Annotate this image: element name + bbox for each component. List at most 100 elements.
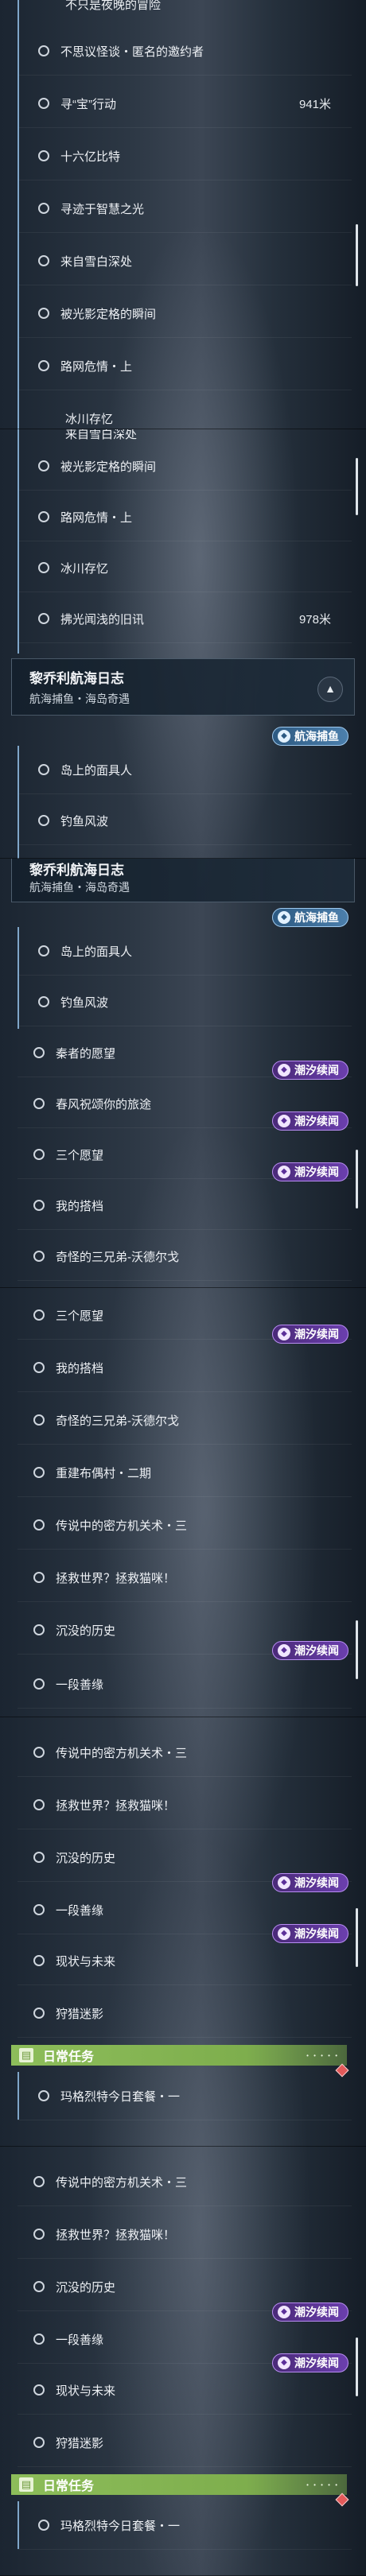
circle-icon — [33, 1098, 45, 1109]
quest-item[interactable]: 岛上的面具人 — [18, 746, 352, 794]
scrollbar[interactable] — [356, 1620, 358, 1679]
quest-tag: ◆ 潮汐续闻 — [272, 1641, 348, 1660]
quest-label: 十六亿比特 — [60, 149, 121, 164]
quest-label: 来自雪白深处 — [60, 254, 133, 269]
quest-label: 一段善缘 — [56, 1903, 104, 1918]
daily-quest-header[interactable]: ▤ 日常任务 • • • • • — [11, 2045, 347, 2066]
quest-list-panel-3: 黎乔利航海日志 航海捕鱼・海岛奇遇 ◆ 航海捕鱼 岛上的面具人 钓鱼风波 秦者的愿… — [0, 859, 366, 1288]
quest-item[interactable]: 被光影定格的瞬间 — [18, 289, 352, 338]
scrollbar[interactable] — [356, 1908, 358, 1967]
circle-icon — [38, 511, 49, 522]
quest-label: 现状与未来 — [56, 2384, 116, 2398]
circle-icon — [33, 1309, 45, 1321]
quest-item[interactable]: 十六亿比特 — [18, 132, 352, 180]
circle-icon — [33, 2384, 45, 2396]
quest-label: 奇怪的三兄弟-沃德尔戈 — [56, 1414, 179, 1428]
circle-icon — [38, 203, 49, 214]
chevron-up-icon[interactable]: ▲ — [317, 677, 343, 702]
quest-item[interactable]: 钓鱼风波 — [18, 978, 352, 1026]
quest-item[interactable]: 狩猎迷影 — [18, 2419, 352, 2467]
quest-item[interactable]: 冰川存忆 — [18, 544, 352, 592]
scrollbar[interactable] — [356, 224, 358, 286]
circle-icon — [38, 562, 49, 573]
quest-label: 传说中的密方机关术・三 — [56, 1519, 188, 1533]
quest-list-panel-5: 传说中的密方机关术・三 拯救世界？拯救猫咪！ 沉没的历史 ◆ 潮汐续闻 一段善缘 … — [0, 1717, 366, 2147]
circle-icon — [33, 1149, 45, 1160]
quest-group-header[interactable]: 黎乔利航海日志 航海捕鱼・海岛奇遇 ▲ — [11, 658, 355, 716]
quest-group-line — [18, 746, 19, 859]
scrollbar[interactable] — [356, 458, 358, 515]
quest-item[interactable]: 我的搭档 — [18, 1344, 352, 1392]
scrollbar[interactable] — [356, 1150, 358, 1208]
circle-icon — [33, 1414, 45, 1426]
quest-label: 岛上的面具人 — [60, 945, 133, 959]
quest-tag-icon: ◆ — [278, 1064, 290, 1077]
quest-label: 三个愿望 — [56, 1148, 104, 1162]
quest-item[interactable]: 岛上的面具人 — [18, 927, 352, 976]
quest-item[interactable]: 寻迹于智慧之光 — [18, 184, 352, 233]
quest-list-panel-2: 来自雪白深处 被光影定格的瞬间 路网危情・上 冰川存忆 拂光闻浅的旧讯 978米 … — [0, 429, 366, 859]
circle-icon — [33, 2229, 45, 2240]
quest-tag: ◆ 潮汐续闻 — [272, 1111, 348, 1131]
quest-label: 春风祝颂你的旅途 — [56, 1097, 152, 1111]
list-item-partial: 来自雪白深处 — [65, 429, 138, 440]
quest-label: 传说中的密方机关术・三 — [56, 2175, 188, 2190]
quest-label: 狩猎迷影 — [56, 2007, 104, 2021]
quest-item[interactable]: 玛格烈特今日套餐・一 — [18, 2072, 352, 2120]
scrollbar[interactable] — [356, 2337, 358, 2396]
quest-item[interactable]: 奇怪的三兄弟-沃德尔戈 — [18, 1396, 352, 1445]
quest-item[interactable]: 玛格烈特今日套餐・一 — [18, 2501, 352, 2550]
quest-tag-icon: ◆ — [278, 1328, 290, 1340]
quest-item[interactable]: 现状与未来 — [18, 2366, 352, 2415]
quest-item[interactable]: 现状与未来 — [18, 1937, 352, 1985]
quest-label: 一段善缘 — [56, 2333, 104, 2347]
group-title: 黎乔利航海日志 — [29, 671, 124, 686]
quest-item[interactable]: 拂光闻浅的旧讯 978米 — [18, 595, 352, 643]
quest-item[interactable]: 拯救世界？拯救猫咪！ — [18, 1781, 352, 1829]
quest-label: 一段善缘 — [56, 1678, 104, 1692]
quest-item[interactable]: 传说中的密方机关术・三 — [18, 1728, 352, 1777]
quest-tag: ◆ 航海捕鱼 — [272, 727, 348, 746]
quest-group-line — [18, 0, 19, 429]
quest-label: 沉没的历史 — [56, 1851, 116, 1865]
quest-label: 拂光闻浅的旧讯 — [60, 612, 145, 627]
quest-item[interactable]: 被光影定格的瞬间 — [18, 442, 352, 491]
book-icon: ▤ — [19, 2477, 33, 2492]
quest-tag: ◆ 潮汐续闻 — [272, 1061, 348, 1080]
quest-item[interactable]: 来自雪白深处 — [18, 237, 352, 285]
quest-item[interactable]: 奇怪的三兄弟-沃德尔戈 — [18, 1232, 352, 1281]
circle-icon — [33, 1904, 45, 1915]
quest-item[interactable]: 拯救世界？拯救猫咪！ — [18, 1554, 352, 1602]
circle-icon — [38, 308, 49, 319]
quest-item[interactable]: 钓鱼风波 — [18, 797, 352, 845]
quest-item[interactable]: 不思议怪谈・匿名的邀约者 — [18, 27, 352, 76]
circle-icon — [38, 2520, 49, 2531]
quest-item[interactable]: 狩猎迷影 — [18, 1989, 352, 2038]
circle-icon — [33, 2176, 45, 2187]
circle-icon — [38, 150, 49, 161]
quest-group-line — [18, 2501, 19, 2549]
quest-item[interactable]: 传说中的密方机关术・三 — [18, 1501, 352, 1550]
quest-tag: ◆ 航海捕鱼 — [272, 908, 348, 927]
quest-label: 三个愿望 — [56, 1309, 104, 1323]
quest-item[interactable]: 我的搭档 — [18, 1181, 352, 1230]
daily-quest-header[interactable]: ▤ 日常任务 • • • • • — [11, 2474, 347, 2495]
circle-icon — [33, 1572, 45, 1583]
quest-label: 传说中的密方机关术・三 — [56, 1746, 188, 1760]
circle-icon — [33, 1678, 45, 1690]
circle-icon — [33, 2334, 45, 2345]
circle-icon — [38, 98, 49, 109]
quest-item[interactable]: 路网危情・上 — [18, 493, 352, 541]
circle-icon — [38, 945, 49, 956]
quest-item[interactable]: 传说中的密方机关术・三 — [18, 2158, 352, 2206]
circle-icon — [33, 1362, 45, 1373]
quest-label: 拯救世界？拯救猫咪！ — [56, 1571, 176, 1585]
quest-item[interactable]: 拯救世界？拯救猫咪！ — [18, 2210, 352, 2259]
quest-label: 沉没的历史 — [56, 2280, 116, 2295]
quest-item[interactable]: 重建布偶村・二期 — [18, 1449, 352, 1497]
quest-group-header[interactable]: 黎乔利航海日志 航海捕鱼・海岛奇遇 — [11, 859, 355, 902]
circle-icon — [33, 1251, 45, 1262]
quest-item[interactable]: 路网危情・上 — [18, 342, 352, 390]
quest-item[interactable]: 寻“宝”行动 941米 — [18, 80, 352, 128]
quest-item[interactable]: 一段善缘 — [18, 1660, 352, 1709]
